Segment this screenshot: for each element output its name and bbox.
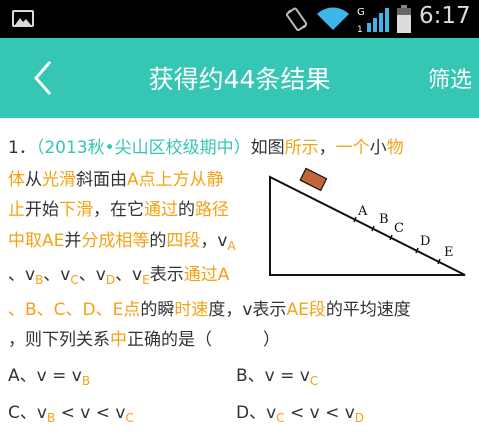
label-d: D xyxy=(420,234,430,249)
subscript: D xyxy=(105,273,116,287)
subscript: E xyxy=(142,273,150,287)
option-a[interactable]: A、v = vB xyxy=(8,365,90,387)
text-seg: 度，v表示 xyxy=(208,300,287,320)
text-seg: 斜面由 xyxy=(76,170,127,190)
label-e: E xyxy=(444,245,454,260)
keyword[interactable]: AE段 xyxy=(286,300,325,320)
keyword[interactable]: 一个 xyxy=(336,138,370,158)
text-seg: 从 xyxy=(25,170,42,190)
text-seg: 小 xyxy=(369,138,387,158)
text-seg: ，则下列关系 xyxy=(8,330,110,350)
question-line: ，则下列关系中正确的是（ ） xyxy=(8,329,280,351)
keyword[interactable]: 通过A xyxy=(184,265,230,285)
keyword[interactable]: 中取AE xyxy=(8,231,64,251)
status-bar: G 1 6:17 xyxy=(0,0,479,38)
text-seg: 、v xyxy=(43,265,71,285)
option-b[interactable]: B、v = vC xyxy=(236,365,318,387)
keyword[interactable]: 下滑 xyxy=(59,200,93,220)
tick-a xyxy=(353,216,357,223)
keyword[interactable]: 所示 xyxy=(285,138,319,158)
option-c[interactable]: C、vB < v < vC xyxy=(8,402,134,424)
text-seg: 、v xyxy=(78,265,106,285)
question-source[interactable]: （2013秋•尖山区校级期中） xyxy=(36,138,251,158)
question-line: 止开始下滑，在它通过的路径 xyxy=(8,199,229,221)
question-line: 体从光滑斜面由A点上方从静 xyxy=(8,169,224,191)
text-seg: 、v xyxy=(8,265,36,285)
page-title: 获得约44条结果 xyxy=(148,65,331,94)
keyword[interactable]: 时速 xyxy=(174,300,208,320)
label-b: B xyxy=(379,212,389,227)
filter-button[interactable]: 筛选 xyxy=(428,62,472,94)
signal-badge: G xyxy=(357,7,365,18)
text-seg: 的 xyxy=(149,231,167,251)
keyword[interactable]: 四段 xyxy=(166,231,200,251)
text-seg: ，在它 xyxy=(93,200,144,220)
text-seg: ，v xyxy=(200,231,228,251)
label-a: A xyxy=(357,204,368,219)
question-line: 、vB、vC、vD、vE表示通过A xyxy=(8,264,229,286)
signal-sub: 1 xyxy=(357,25,363,33)
battery-icon xyxy=(397,5,411,33)
incline-figure: A B C D E xyxy=(269,167,466,276)
keyword[interactable]: 通过 xyxy=(144,200,178,220)
question-line: 中取AE并分成相等的四段，vA xyxy=(8,230,236,252)
text-seg: 的瞬 xyxy=(140,300,175,320)
text-seg: ， xyxy=(318,138,336,158)
keyword[interactable]: 路径 xyxy=(195,200,229,220)
question-number: 1． xyxy=(8,138,36,158)
keyword[interactable]: 止 xyxy=(8,200,25,220)
keyword[interactable]: 分成相等 xyxy=(81,231,149,251)
keyword[interactable]: 物 xyxy=(387,138,404,158)
vibrate-icon xyxy=(286,7,308,32)
wifi-icon xyxy=(317,7,349,30)
text-seg: 正确的是（ ） xyxy=(127,330,280,350)
keyword[interactable]: 光滑 xyxy=(42,170,76,190)
text-seg: 的平均速度 xyxy=(325,300,411,320)
keyword[interactable]: A点上方从静 xyxy=(127,170,224,190)
text-seg: 表示 xyxy=(149,265,184,285)
block-icon xyxy=(299,167,328,192)
keyword[interactable]: 中 xyxy=(110,330,127,350)
label-c: C xyxy=(394,221,404,236)
app-bar: 获得约44条结果 筛选 xyxy=(0,38,479,118)
keyword[interactable]: 体 xyxy=(8,170,25,190)
picture-icon xyxy=(12,10,34,27)
text-seg: 、v xyxy=(115,265,143,285)
question-line: 、B、C、D、E点的瞬时速度，v表示AE段的平均速度 xyxy=(8,299,411,321)
text-seg: 的 xyxy=(178,200,195,220)
text-seg: 如图 xyxy=(250,138,285,158)
subscript: A xyxy=(227,239,236,253)
tick-b xyxy=(371,225,375,232)
signal-icon: G 1 xyxy=(357,7,389,33)
question-line: 1．（2013秋•尖山区校级期中）如图所示，一个小物 xyxy=(8,137,404,159)
incline-triangle xyxy=(269,175,466,276)
keyword[interactable]: 、B、C、D、E点 xyxy=(8,300,140,320)
text-seg: 开始 xyxy=(25,200,59,220)
clock: 6:17 xyxy=(419,3,471,29)
subscript: C xyxy=(70,273,79,287)
option-d[interactable]: D、vC < v < vD xyxy=(236,402,364,424)
text-seg: 并 xyxy=(64,231,82,251)
